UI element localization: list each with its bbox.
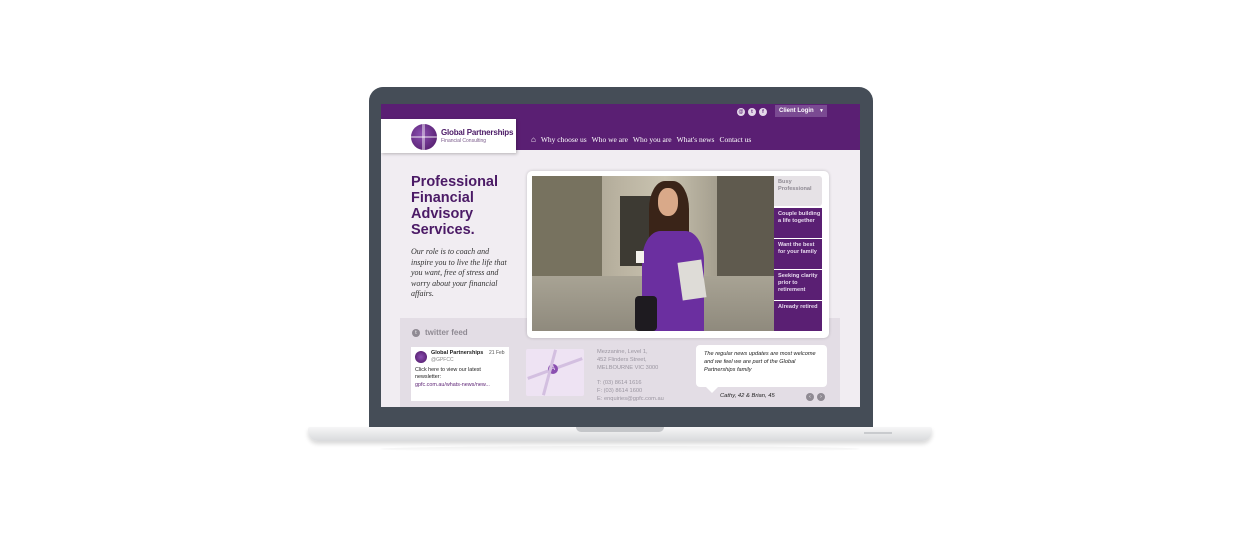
laptop-base bbox=[308, 427, 932, 441]
testimonial-author: Cathy, 42 & Brian, 45 bbox=[720, 393, 775, 399]
tweet-link[interactable]: gpfc.com.au/whats-news/new... bbox=[415, 382, 490, 388]
nav-whats-news[interactable]: What's news bbox=[677, 135, 715, 144]
hero-photo bbox=[532, 176, 774, 331]
location-map[interactable]: A bbox=[526, 349, 584, 396]
tab-busy-professional[interactable]: Busy Professional bbox=[774, 176, 822, 206]
tweet-text: Click here to view our latest newsletter… bbox=[415, 367, 481, 380]
laptop-shadow bbox=[380, 446, 860, 452]
laptop-indicator bbox=[864, 432, 892, 434]
contact-details: Mezzanine, Level 1, 452 Flinders Street,… bbox=[597, 349, 664, 404]
home-icon[interactable]: ⌂ bbox=[531, 135, 536, 144]
tweet-author: Global Partnerships bbox=[431, 350, 484, 356]
address-line: 452 Flinders Street, bbox=[597, 356, 647, 363]
testimonial-text: The regular news updates are most welcom… bbox=[704, 351, 816, 373]
nav-contact-us[interactable]: Contact us bbox=[719, 135, 751, 144]
tweet-handle: @GPFCC bbox=[431, 357, 454, 363]
next-arrow-icon[interactable]: › bbox=[817, 393, 825, 401]
twitter-icon: t bbox=[412, 329, 420, 337]
nav-why-choose-us[interactable]: Why choose us bbox=[541, 135, 587, 144]
client-login-button[interactable]: Client Login ▼ bbox=[775, 105, 827, 117]
page-headline: Professional Financial Advisory Services… bbox=[411, 174, 499, 238]
main-nav: ⌂ Why choose us Who we are Who you are W… bbox=[531, 135, 751, 144]
tab-family[interactable]: Want the best for your family bbox=[774, 239, 822, 269]
email-address[interactable]: E: enquiries@gpfc.com.au bbox=[597, 396, 664, 404]
map-pin-icon: A bbox=[548, 364, 558, 374]
fax-number: F: (03) 8614 1600 bbox=[597, 388, 643, 395]
hero-slider: Busy Professional Couple building a life… bbox=[527, 171, 829, 338]
phone-number: T: (03) 8614 1616 bbox=[597, 380, 642, 387]
website-screen: @ t f Client Login ▼ ⌂ Why choose us Who… bbox=[381, 104, 860, 407]
logo[interactable]: Global Partnerships Financial Consulting bbox=[381, 119, 516, 153]
address-line: MELBOURNE VIC 3000 bbox=[597, 364, 659, 371]
globe-logo-icon bbox=[411, 124, 437, 150]
tweet-date: 21 Feb bbox=[489, 350, 505, 356]
logo-subtitle: Financial Consulting bbox=[441, 138, 487, 144]
laptop-notch bbox=[576, 427, 664, 432]
email-icon[interactable]: @ bbox=[737, 108, 745, 116]
prev-arrow-icon[interactable]: ‹ bbox=[806, 393, 814, 401]
twitter-feed-heading: twitter feed bbox=[425, 328, 468, 337]
avatar bbox=[415, 351, 427, 363]
testimonial-bubble: The regular news updates are most welcom… bbox=[696, 345, 827, 393]
client-login-label: Client Login bbox=[779, 108, 814, 114]
tab-retirement[interactable]: Seeking clarity prior to retirement bbox=[774, 270, 822, 300]
twitter-icon[interactable]: t bbox=[748, 108, 756, 116]
nav-who-we-are[interactable]: Who we are bbox=[592, 135, 628, 144]
chevron-down-icon: ▼ bbox=[819, 108, 824, 114]
tab-couple[interactable]: Couple building a life together bbox=[774, 208, 822, 238]
nav-who-you-are[interactable]: Who you are bbox=[633, 135, 672, 144]
address-line: Mezzanine, Level 1, bbox=[597, 349, 648, 355]
tab-retired[interactable]: Already retired bbox=[774, 301, 822, 331]
logo-name: Global Partnerships bbox=[441, 128, 514, 137]
facebook-icon[interactable]: f bbox=[759, 108, 767, 116]
tweet-card[interactable]: Global Partnerships @GPFCC 21 Feb Click … bbox=[411, 347, 509, 401]
intro-text: Our role is to coach and inspire you to … bbox=[411, 247, 507, 299]
